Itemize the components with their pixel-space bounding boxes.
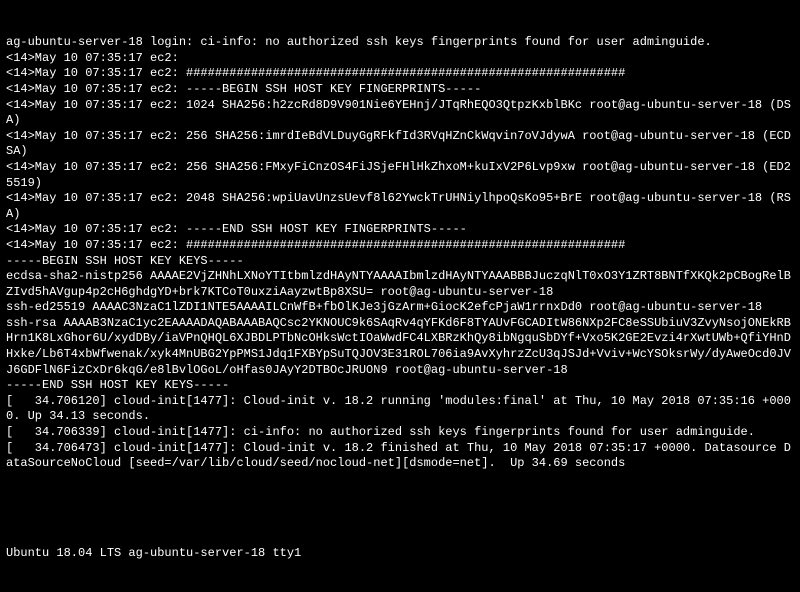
log-line: ecdsa-sha2-nistp256 AAAAE2VjZHNhLXNoYTIt… [6,269,794,300]
log-line: ssh-ed25519 AAAAC3NzaC1lZDI1NTE5AAAAILCn… [6,300,794,316]
log-line: [ 34.706120] cloud-init[1477]: Cloud-ini… [6,394,794,425]
log-line: -----END SSH HOST KEY KEYS----- [6,378,794,394]
log-line: <14>May 10 07:35:17 ec2: -----BEGIN SSH … [6,82,794,98]
boot-log-lines: ag-ubuntu-server-18 login: ci-info: no a… [6,35,794,472]
log-line: <14>May 10 07:35:17 ec2: 2048 SHA256:wpi… [6,191,794,222]
terminal-output: ag-ubuntu-server-18 login: ci-info: no a… [0,0,800,592]
os-identification-line: Ubuntu 18.04 LTS ag-ubuntu-server-18 tty… [6,546,794,562]
log-line: <14>May 10 07:35:17 ec2: 256 SHA256:imrd… [6,129,794,160]
log-line: <14>May 10 07:35:17 ec2: ###############… [6,66,794,82]
log-line: <14>May 10 07:35:17 ec2: 256 SHA256:FMxy… [6,160,794,191]
log-line: [ 34.706339] cloud-init[1477]: ci-info: … [6,425,794,441]
log-line: [ 34.706473] cloud-init[1477]: Cloud-ini… [6,441,794,472]
log-line: <14>May 10 07:35:17 ec2: 1024 SHA256:h2z… [6,98,794,129]
log-line: <14>May 10 07:35:17 ec2: [6,51,794,67]
log-line: -----BEGIN SSH HOST KEY KEYS----- [6,254,794,270]
log-line: ssh-rsa AAAAB3NzaC1yc2EAAAADAQABAAABAQCs… [6,316,794,378]
log-line: ag-ubuntu-server-18 login: ci-info: no a… [6,35,794,51]
log-line: <14>May 10 07:35:17 ec2: -----END SSH HO… [6,222,794,238]
blank-line [6,503,794,515]
log-line: <14>May 10 07:35:17 ec2: ###############… [6,238,794,254]
